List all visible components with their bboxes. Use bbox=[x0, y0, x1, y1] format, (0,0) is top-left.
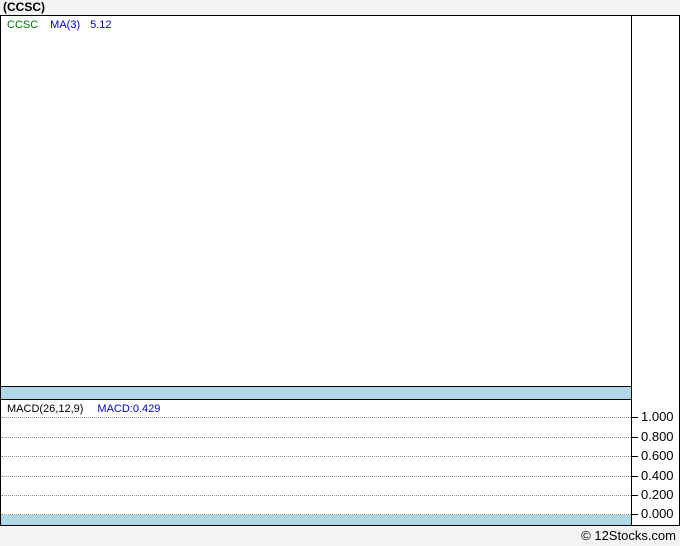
y-axis-tick bbox=[632, 437, 638, 438]
y-axis-tick-label: 1.000 bbox=[641, 409, 674, 424]
y-axis-tick-label: 0.600 bbox=[641, 448, 674, 463]
macd-gridline-0.600 bbox=[1, 456, 631, 457]
macd-legend: MACD(26,12,9) MACD:0.429 bbox=[7, 403, 160, 415]
macd-gridline-1.000 bbox=[1, 417, 631, 418]
macd-gridline-0.800 bbox=[1, 437, 631, 438]
ma-value: 5.12 bbox=[90, 19, 112, 31]
macd-gridline-0.400 bbox=[1, 476, 631, 477]
y-axis-tick bbox=[632, 495, 638, 496]
footer: © 12Stocks.com bbox=[0, 526, 680, 546]
macd-params-label: MACD(26,12,9) bbox=[7, 403, 84, 415]
macd-value-label: MACD:0.429 bbox=[97, 403, 161, 415]
y-axis-tick-label: 0.800 bbox=[641, 429, 674, 444]
y-axis-tick-label: 0.400 bbox=[641, 468, 674, 483]
ma-label: MA(3) bbox=[50, 19, 81, 31]
branding-credit: © 12Stocks.com bbox=[581, 528, 676, 543]
stock-chart-page: (CCSC) CCSC MA(3) 5.12 MACD(26,12,9) MACD:0… bbox=[0, 0, 680, 546]
y-axis-tick bbox=[632, 456, 638, 457]
price-legend: CCSC MA(3) 5.12 bbox=[7, 19, 112, 31]
y-axis-line bbox=[631, 16, 632, 525]
macd-gridline-0.200 bbox=[1, 495, 631, 496]
y-axis-tick-label: 0.200 bbox=[641, 487, 674, 502]
ticker-symbol-label: CCSC bbox=[7, 19, 39, 31]
y-axis-tick-label: 0.000 bbox=[641, 506, 674, 521]
panel-separator-band-top bbox=[1, 386, 631, 400]
panel-separator-band-bottom bbox=[1, 515, 631, 525]
y-axis-tick bbox=[632, 476, 638, 477]
page-title: (CCSC) bbox=[3, 0, 45, 14]
y-axis-tick bbox=[632, 417, 638, 418]
y-axis-tick bbox=[632, 514, 638, 515]
chart-frame: CCSC MA(3) 5.12 MACD(26,12,9) MACD:0.429 1.… bbox=[0, 15, 680, 526]
